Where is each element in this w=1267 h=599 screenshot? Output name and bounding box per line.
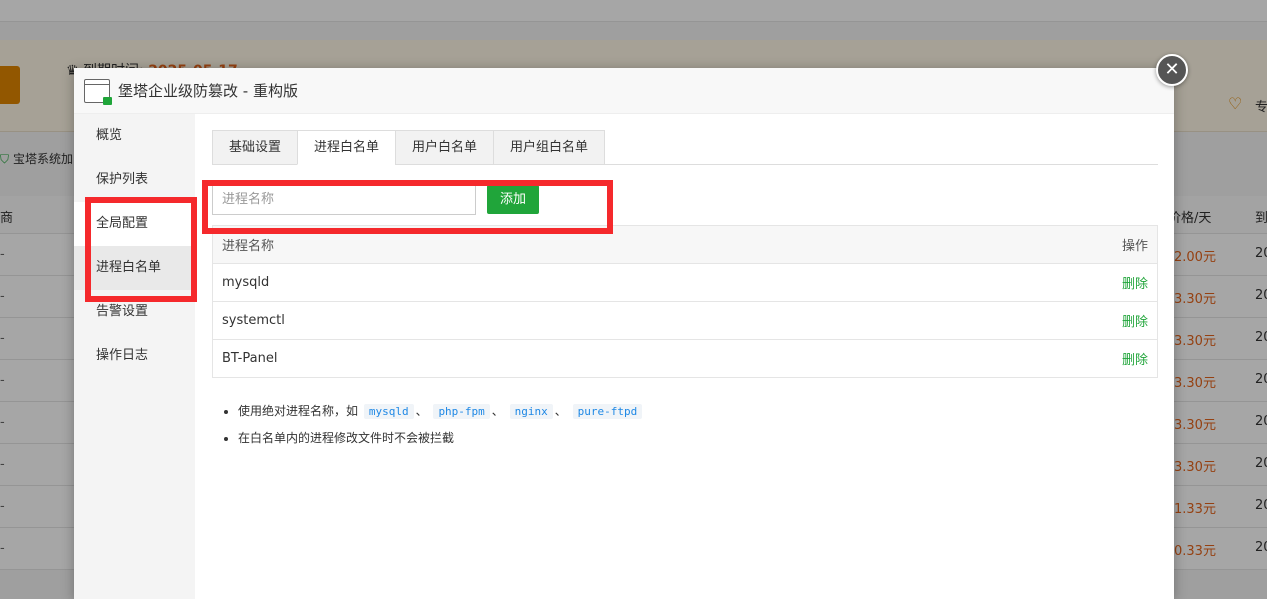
- sidebar-item-alert-settings[interactable]: 告警设置: [74, 290, 195, 334]
- sidebar-item-operation-log[interactable]: 操作日志: [74, 334, 195, 378]
- code-example: mysqld: [363, 404, 414, 419]
- table-row: mysqld 删除: [212, 263, 1158, 302]
- add-process-form: 添加: [212, 183, 1158, 215]
- table-header-row: 进程名称 操作: [212, 225, 1158, 264]
- tab-bar: 基础设置 进程白名单 用户白名单 用户组白名单: [212, 130, 1158, 165]
- code-example: php-fpm: [433, 404, 490, 419]
- delete-link[interactable]: 删除: [1122, 353, 1148, 368]
- sidebar-item-process-whitelist[interactable]: 进程白名单: [74, 246, 195, 290]
- sidebar-item-global-config[interactable]: 全局配置: [74, 202, 195, 246]
- sidebar-item-overview[interactable]: 概览: [74, 114, 195, 158]
- help-note-item: 使用绝对进程名称，如 mysqld、 php-fpm、 nginx、 pure-…: [238, 398, 1158, 425]
- column-header-operation: 操作: [823, 225, 1158, 264]
- process-name-cell: systemctl: [212, 301, 824, 340]
- process-name-input[interactable]: [212, 183, 476, 215]
- code-example: nginx: [509, 404, 553, 419]
- process-name-cell: mysqld: [212, 263, 824, 302]
- help-notes: 使用绝对进程名称，如 mysqld、 php-fpm、 nginx、 pure-…: [212, 398, 1158, 451]
- modal-title: 堡塔企业级防篡改 - 重构版: [118, 82, 298, 100]
- modal-header: 堡塔企业级防篡改 - 重构版: [74, 68, 1174, 114]
- delete-link[interactable]: 删除: [1122, 315, 1148, 330]
- help-note-item: 在白名单内的进程修改文件时不会被拦截: [238, 425, 1158, 451]
- table-row: BT-Panel 删除: [212, 339, 1158, 378]
- process-name-cell: BT-Panel: [212, 339, 824, 378]
- tab-basic-settings[interactable]: 基础设置: [212, 130, 298, 165]
- main-content: 基础设置 进程白名单 用户白名单 用户组白名单 添加 进程名称 操作 mysql…: [212, 130, 1158, 451]
- process-whitelist-table: 进程名称 操作 mysqld 删除 systemctl 删除 BT-Panel …: [212, 225, 1158, 378]
- column-header-process-name: 进程名称: [212, 225, 824, 264]
- delete-link[interactable]: 删除: [1122, 277, 1148, 292]
- plugin-modal: 堡塔企业级防篡改 - 重构版 概览 保护列表 全局配置 进程白名单 告警设置 操…: [74, 68, 1174, 599]
- code-example: pure-ftpd: [572, 404, 643, 419]
- close-modal-button[interactable]: ✕: [1156, 54, 1188, 86]
- table-row: systemctl 删除: [212, 301, 1158, 340]
- add-button[interactable]: 添加: [487, 184, 540, 214]
- tab-group-whitelist[interactable]: 用户组白名单: [493, 130, 606, 165]
- tab-process-whitelist[interactable]: 进程白名单: [297, 130, 396, 165]
- window-lock-icon: [84, 78, 112, 105]
- sidebar: 概览 保护列表 全局配置 进程白名单 告警设置 操作日志: [74, 114, 195, 599]
- sidebar-item-protect-list[interactable]: 保护列表: [74, 158, 195, 202]
- tab-user-whitelist[interactable]: 用户白名单: [395, 130, 494, 165]
